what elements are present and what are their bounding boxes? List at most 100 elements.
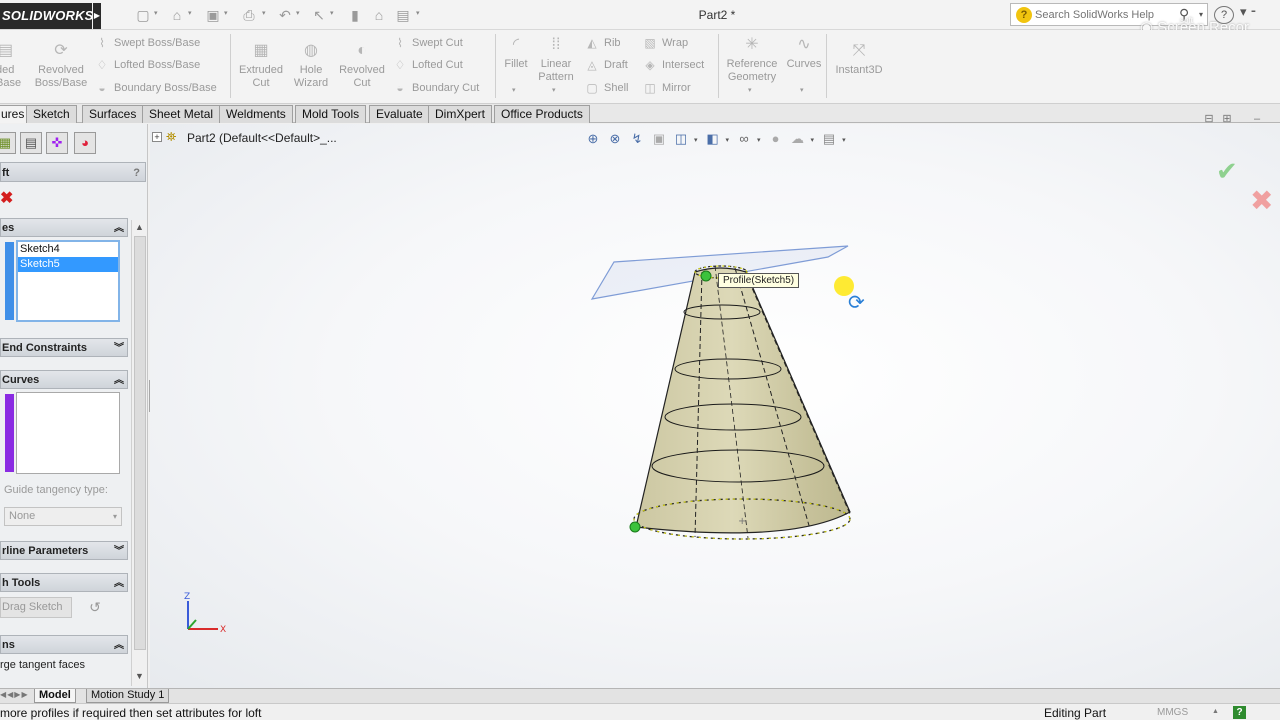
property-manager-tab-icon[interactable]: ▤: [20, 132, 42, 154]
save-dropdown-icon[interactable]: ▾: [224, 9, 228, 17]
graphics-area[interactable]: + ⛯ Part2 (Default<<Default>_... ⊕ ⊗ ↯ ▣ ◫ ▾ ◧…: [150, 124, 1280, 688]
guide-curves-listbox[interactable]: [16, 392, 120, 474]
loft-preview-model[interactable]: + Z X: [150, 124, 1280, 688]
revolved-boss-button[interactable]: ⟳ Revolved Boss/Base: [32, 40, 90, 90]
draft-button[interactable]: ◬ Draft: [584, 56, 627, 74]
extrude-icon: ▤: [0, 42, 14, 59]
tab-sheet-metal[interactable]: Sheet Metal: [142, 105, 221, 123]
profiles-listbox[interactable]: Sketch4 Sketch5: [16, 240, 120, 322]
status-help-icon[interactable]: ?: [1233, 706, 1246, 719]
select-arrow-icon[interactable]: ↖: [310, 6, 328, 24]
swept-boss-button[interactable]: ⌇ Swept Boss/Base: [94, 34, 200, 52]
centerline-section-header[interactable]: rline Parameters ︾: [0, 541, 128, 560]
save-icon[interactable]: ▣: [204, 6, 222, 24]
tab-dimxpert[interactable]: DimXpert: [428, 105, 493, 123]
solidworks-logo[interactable]: SOLIDWORKS: [0, 3, 93, 29]
mirror-icon: ◫: [644, 81, 656, 96]
tab-motion-study-1[interactable]: Motion Study 1: [86, 689, 170, 703]
expand-down-icon: ︾: [114, 546, 124, 557]
drag-sketch-button[interactable]: Drag Sketch: [0, 597, 72, 618]
unit-system[interactable]: MMGS: [1157, 707, 1188, 718]
reference-geometry-button[interactable]: ✳ Reference Geometry: [722, 34, 782, 84]
profiles-section-header[interactable]: es ︽: [0, 218, 128, 237]
open-folder-icon[interactable]: ⌂: [168, 6, 186, 24]
select-dropdown-icon[interactable]: ▾: [330, 9, 334, 17]
instant3d-button[interactable]: ⤧ Instant3D: [830, 40, 888, 77]
guide-curves-section-header[interactable]: Curves ︽: [0, 370, 128, 389]
linear-pattern-button[interactable]: ⁞⁞ Linear Pattern: [534, 34, 578, 84]
options-dropdown-icon[interactable]: ▾: [416, 9, 420, 17]
units-dropdown-icon[interactable]: ▲: [1212, 708, 1219, 715]
undo-dropdown-icon[interactable]: ▾: [296, 9, 300, 17]
wrap-icon: ▧: [644, 36, 656, 51]
hole-wizard-button[interactable]: ◍ Hole Wizard: [288, 40, 334, 90]
lofted-cut-label: Lofted Cut: [412, 59, 463, 71]
swept-cut-button[interactable]: ⌇ Swept Cut: [392, 34, 463, 52]
file-properties-icon[interactable]: ⌂: [370, 6, 388, 24]
tab-office-products[interactable]: Office Products: [494, 105, 590, 123]
tab-mold-tools[interactable]: Mold Tools: [295, 105, 367, 123]
print-icon[interactable]: ⎙: [240, 6, 258, 24]
mirror-label: Mirror: [662, 82, 691, 94]
print-dropdown-icon[interactable]: ▾: [262, 9, 266, 17]
wrap-button[interactable]: ▧ Wrap: [642, 34, 688, 52]
fillet-icon: ◜: [512, 36, 520, 53]
guide-tangency-select[interactable]: None ▾: [4, 507, 122, 526]
merge-tangent-faces-option[interactable]: rge tangent faces: [0, 659, 85, 671]
tab-surfaces[interactable]: Surfaces: [82, 105, 144, 123]
intersect-button[interactable]: ◈ Intersect: [642, 56, 704, 74]
shell-button[interactable]: ▢ Shell: [584, 79, 628, 97]
revolved-cut-icon: ◐: [357, 42, 367, 59]
rib-button[interactable]: ◭ Rib: [584, 34, 620, 52]
revolved-cut-button[interactable]: ◐ Revolved Cut: [336, 40, 388, 90]
pattern-dropdown-icon[interactable]: ▾: [552, 86, 556, 94]
top-connector-handle[interactable]: [700, 270, 712, 282]
curves-button[interactable]: ∿ Curves: [784, 34, 824, 71]
pm-help-icon[interactable]: ?: [133, 163, 140, 183]
fillet-dropdown-icon[interactable]: ▾: [512, 86, 516, 94]
tab-sketch[interactable]: Sketch: [26, 105, 77, 123]
open-dropdown-icon[interactable]: ▾: [188, 9, 192, 17]
scroll-up-icon[interactable]: ▲: [135, 222, 144, 232]
extruded-cut-button[interactable]: ▦ Extruded Cut: [234, 40, 288, 90]
options-icon[interactable]: ▤: [394, 6, 412, 24]
new-document-icon[interactable]: ▢: [134, 6, 152, 24]
tab-model[interactable]: Model: [34, 689, 76, 703]
tab-scroll-arrows-icon[interactable]: ◀◀▶▶: [0, 690, 29, 699]
guide-tangency-label: Guide tangency type:: [4, 484, 108, 496]
curves-dropdown-icon[interactable]: ▾: [800, 86, 804, 94]
extruded-boss-button[interactable]: ▤ ded Base: [0, 40, 26, 90]
lofted-boss-icon: ♢: [96, 58, 108, 73]
watermark-small-text: soft: [1180, 16, 1193, 25]
undo-icon[interactable]: ↶: [276, 6, 294, 24]
bottom-connector-handle[interactable]: [629, 521, 641, 533]
tab-weldments[interactable]: Weldments: [219, 105, 293, 123]
new-dropdown-icon[interactable]: ▾: [154, 9, 158, 17]
display-manager-tab-icon[interactable]: ◕: [74, 132, 96, 154]
mirror-button[interactable]: ◫ Mirror: [642, 79, 691, 97]
rebuild-icon[interactable]: ▮: [346, 6, 364, 24]
list-item[interactable]: Sketch4: [18, 242, 118, 257]
status-mode: Editing Part: [1044, 706, 1107, 720]
scrollbar-thumb[interactable]: [134, 236, 146, 650]
fillet-button[interactable]: ◜ Fillet: [498, 34, 534, 71]
boundary-cut-button[interactable]: ◒ Boundary Cut: [392, 79, 479, 97]
feature-manager-tab-icon[interactable]: ▦: [0, 132, 16, 154]
boundary-boss-label: Boundary Boss/Base: [114, 82, 217, 94]
list-item[interactable]: Sketch5: [18, 257, 118, 272]
lofted-cut-button[interactable]: ♢ Lofted Cut: [392, 56, 463, 74]
reference-geometry-dropdown-icon[interactable]: ▾: [748, 86, 752, 94]
undo-sketch-drag-icon[interactable]: ↺: [84, 597, 106, 618]
options-section-header[interactable]: ns ︽: [0, 635, 128, 654]
end-constraints-section-header[interactable]: End Constraints ︾: [0, 338, 128, 357]
sketch-tools-section-header[interactable]: h Tools ︽: [0, 573, 128, 592]
configuration-manager-tab-icon[interactable]: ✜: [46, 132, 68, 154]
boundary-boss-button[interactable]: ◒ Boundary Boss/Base: [94, 79, 217, 97]
lofted-boss-button[interactable]: ♢ Lofted Boss/Base: [94, 56, 201, 74]
menu-expand-arrow-icon[interactable]: ▶: [93, 3, 101, 29]
panel-scrollbar[interactable]: ▲ ▼: [131, 220, 147, 686]
swept-cut-label: Swept Cut: [412, 37, 463, 49]
scroll-down-icon[interactable]: ▼: [135, 671, 144, 681]
cancel-x-icon[interactable]: ✖: [0, 188, 13, 208]
tab-evaluate[interactable]: Evaluate: [369, 105, 430, 123]
